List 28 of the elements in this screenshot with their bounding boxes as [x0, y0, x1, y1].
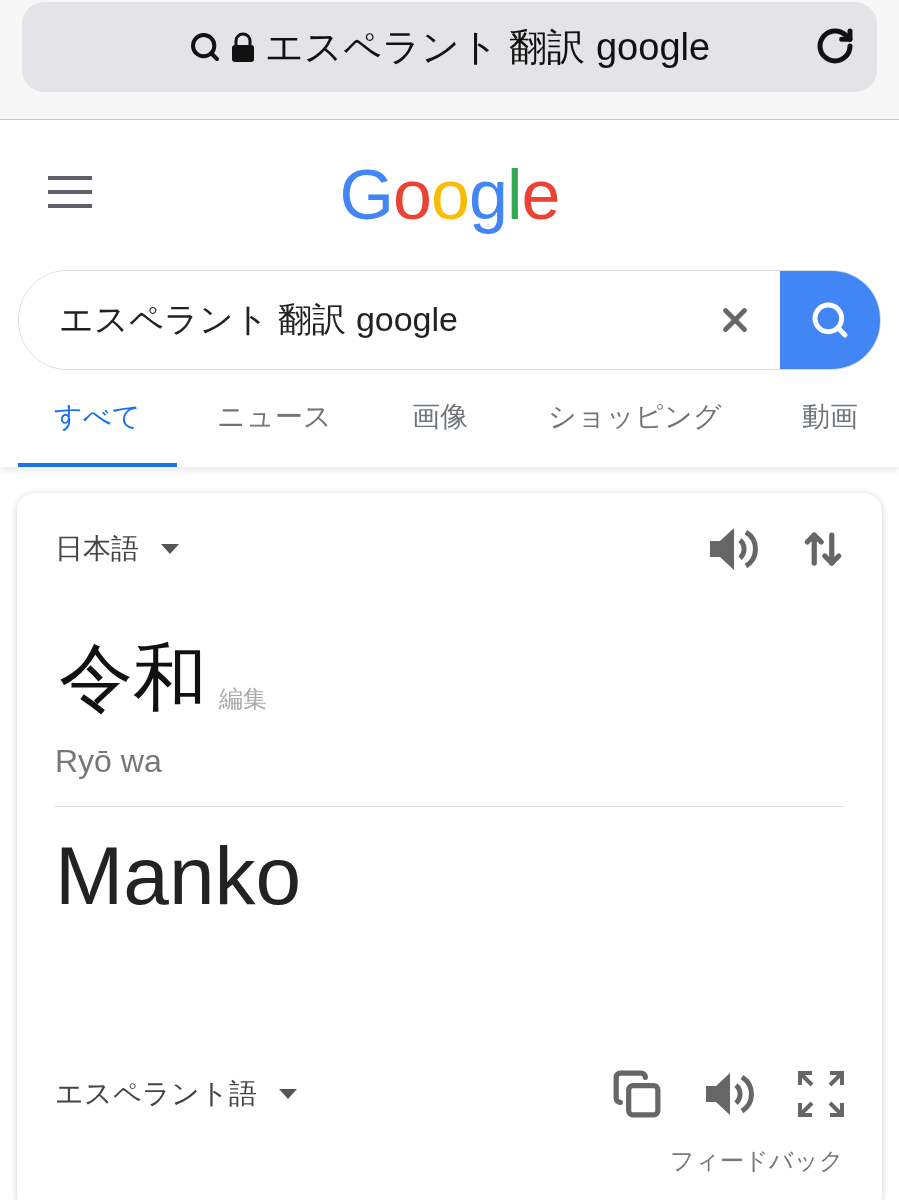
- tab[interactable]: ニュース: [177, 370, 372, 467]
- source-language-dropdown[interactable]: 日本語: [55, 530, 179, 568]
- search-icon: [810, 300, 850, 340]
- reload-icon[interactable]: [815, 26, 855, 66]
- tab[interactable]: ショッピング: [508, 370, 762, 467]
- copy-icon[interactable]: [612, 1069, 662, 1119]
- dropdown-caret-icon: [279, 1089, 297, 1099]
- tab[interactable]: すべて: [18, 370, 177, 467]
- menu-icon[interactable]: [48, 176, 92, 208]
- google-logo: Google: [339, 155, 560, 235]
- lock-icon: [230, 32, 255, 62]
- search-field[interactable]: エスペラント 翻訳 google: [18, 270, 881, 370]
- source-text: 令和: [59, 641, 207, 715]
- speaker-icon[interactable]: [706, 1073, 754, 1115]
- target-language-dropdown[interactable]: エスペラント語: [55, 1075, 297, 1113]
- address-text: エスペラント 翻訳 google: [264, 24, 711, 70]
- edit-link[interactable]: 編集: [219, 683, 267, 715]
- feedback-link[interactable]: フィードバック: [670, 1145, 844, 1177]
- dropdown-caret-icon: [161, 544, 179, 554]
- tab[interactable]: 動画: [762, 370, 898, 467]
- romanization: Ryō wa: [55, 743, 163, 780]
- search-icon: [188, 31, 221, 63]
- translation-result: Manko: [55, 835, 303, 917]
- search-button[interactable]: [780, 271, 880, 369]
- speaker-icon[interactable]: [710, 528, 758, 570]
- address-bar[interactable]: エスペラント 翻訳 google: [22, 2, 877, 92]
- tab[interactable]: 画像: [372, 370, 508, 467]
- fullscreen-icon[interactable]: [798, 1071, 844, 1117]
